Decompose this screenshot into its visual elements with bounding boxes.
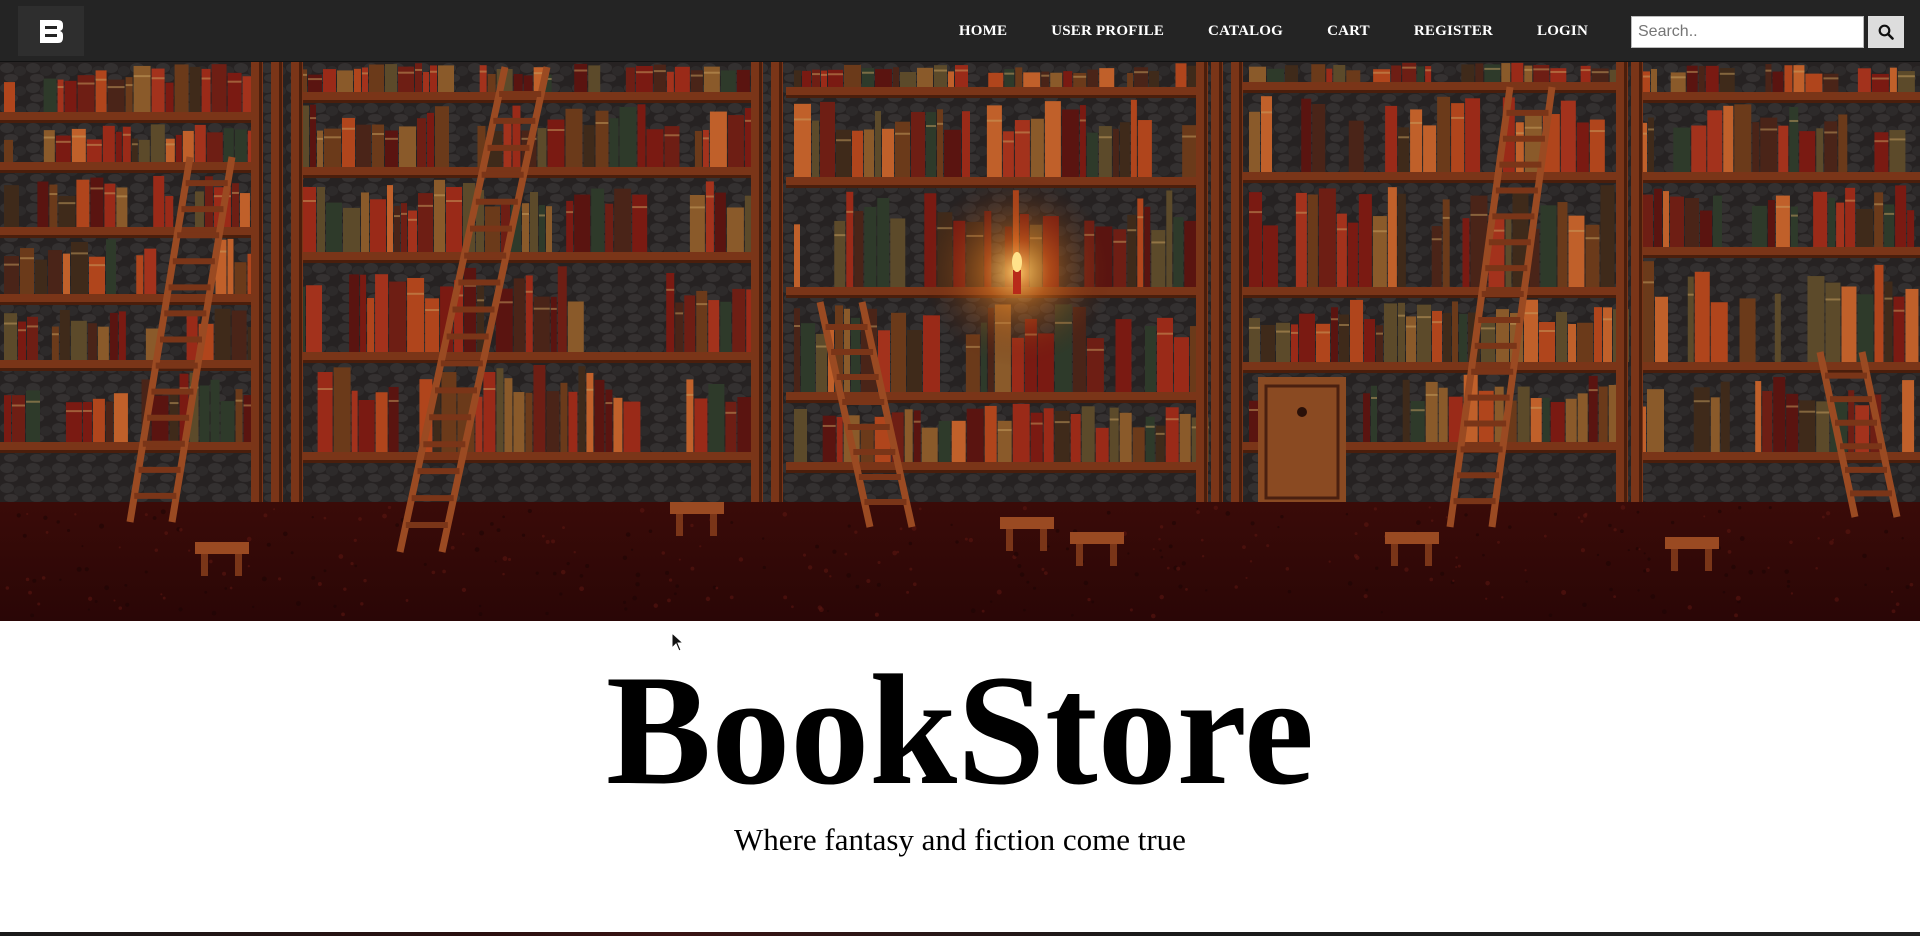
- next-section-edge: [0, 932, 1920, 936]
- library-bookshelves-image: [0, 62, 1920, 621]
- search-bar: [1631, 16, 1904, 48]
- candle: [1013, 270, 1021, 294]
- search-button[interactable]: [1868, 16, 1904, 48]
- hero-banner: [0, 62, 1920, 621]
- nav-cart[interactable]: CART: [1305, 23, 1392, 40]
- search-input[interactable]: [1631, 16, 1864, 48]
- nav-login[interactable]: LOGIN: [1515, 23, 1610, 40]
- search-icon: [1878, 24, 1894, 40]
- mouse-cursor-icon: [671, 632, 685, 652]
- top-navbar: HOME USER PROFILE CATALOG CART REGISTER …: [0, 0, 1920, 62]
- logo[interactable]: [18, 6, 84, 56]
- nav-register[interactable]: REGISTER: [1392, 23, 1515, 40]
- nav-links: HOME USER PROFILE CATALOG CART REGISTER …: [937, 0, 1610, 62]
- nav-user-profile[interactable]: USER PROFILE: [1029, 23, 1186, 40]
- bookstore-logo-icon: [40, 20, 63, 43]
- nav-catalog[interactable]: CATALOG: [1186, 23, 1305, 40]
- site-tagline: Where fantasy and fiction come true: [734, 822, 1186, 857]
- nav-home[interactable]: HOME: [937, 23, 1029, 40]
- site-title: BookStore: [605, 643, 1315, 818]
